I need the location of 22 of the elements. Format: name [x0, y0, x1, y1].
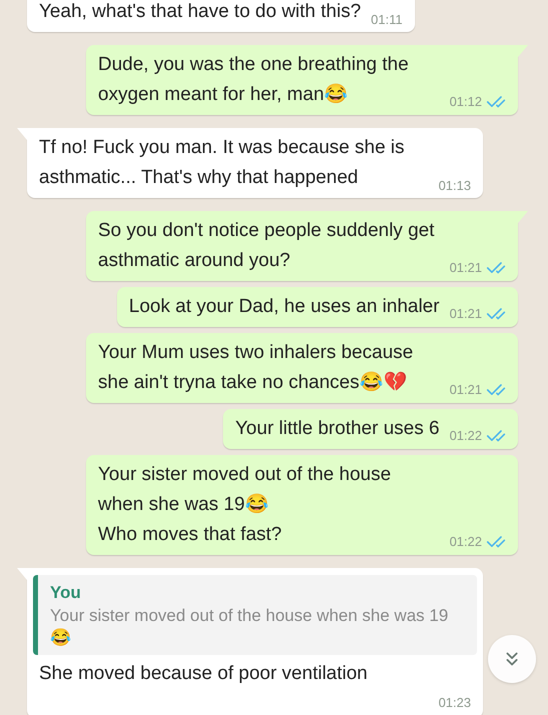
message-time: 01:11 [370, 10, 402, 28]
message-time: 01:21 [449, 381, 482, 400]
message-time: 01:22 [449, 533, 482, 552]
message-text: Tf no! Fuck you man. It was because she is asthmatic... That's why that happened [39, 136, 406, 190]
message-text: So you don't notice people suddenly get asthmatic around you? [98, 219, 436, 273]
message-time: 01:12 [449, 93, 482, 112]
message-text: She moved because of poor ventilation [39, 662, 368, 686]
scroll-down-button[interactable] [488, 635, 536, 683]
quoted-message[interactable]: You Your sister moved out of the house when she was 19😂 [33, 575, 477, 655]
message-time: 01:23 [438, 694, 471, 712]
message-time: 01:21 [449, 259, 482, 278]
message-text: Look at your Dad, he uses an inhaler [128, 295, 440, 319]
message-time: 01:13 [438, 176, 471, 194]
message-text: Your Mum uses two inhalers because she ain't tryna take no chances😂💔 [98, 341, 414, 395]
message-text: Your sister moved out of the house when she was 19😂 Who moves that fast? [98, 463, 392, 547]
message-text: Dude, you was the one breathing the oxygen meant for her, man😂 [98, 53, 410, 107]
quote-author: You [50, 582, 82, 604]
message-text: Yeah, what's that have to do with this? [39, 0, 361, 24]
message-time: 01:22 [449, 427, 482, 446]
message-text: Your little brother uses 6 [235, 417, 440, 441]
message-time: 01:21 [449, 305, 482, 324]
quote-text: Your sister moved out of the house when she was 19😂 [50, 605, 450, 649]
